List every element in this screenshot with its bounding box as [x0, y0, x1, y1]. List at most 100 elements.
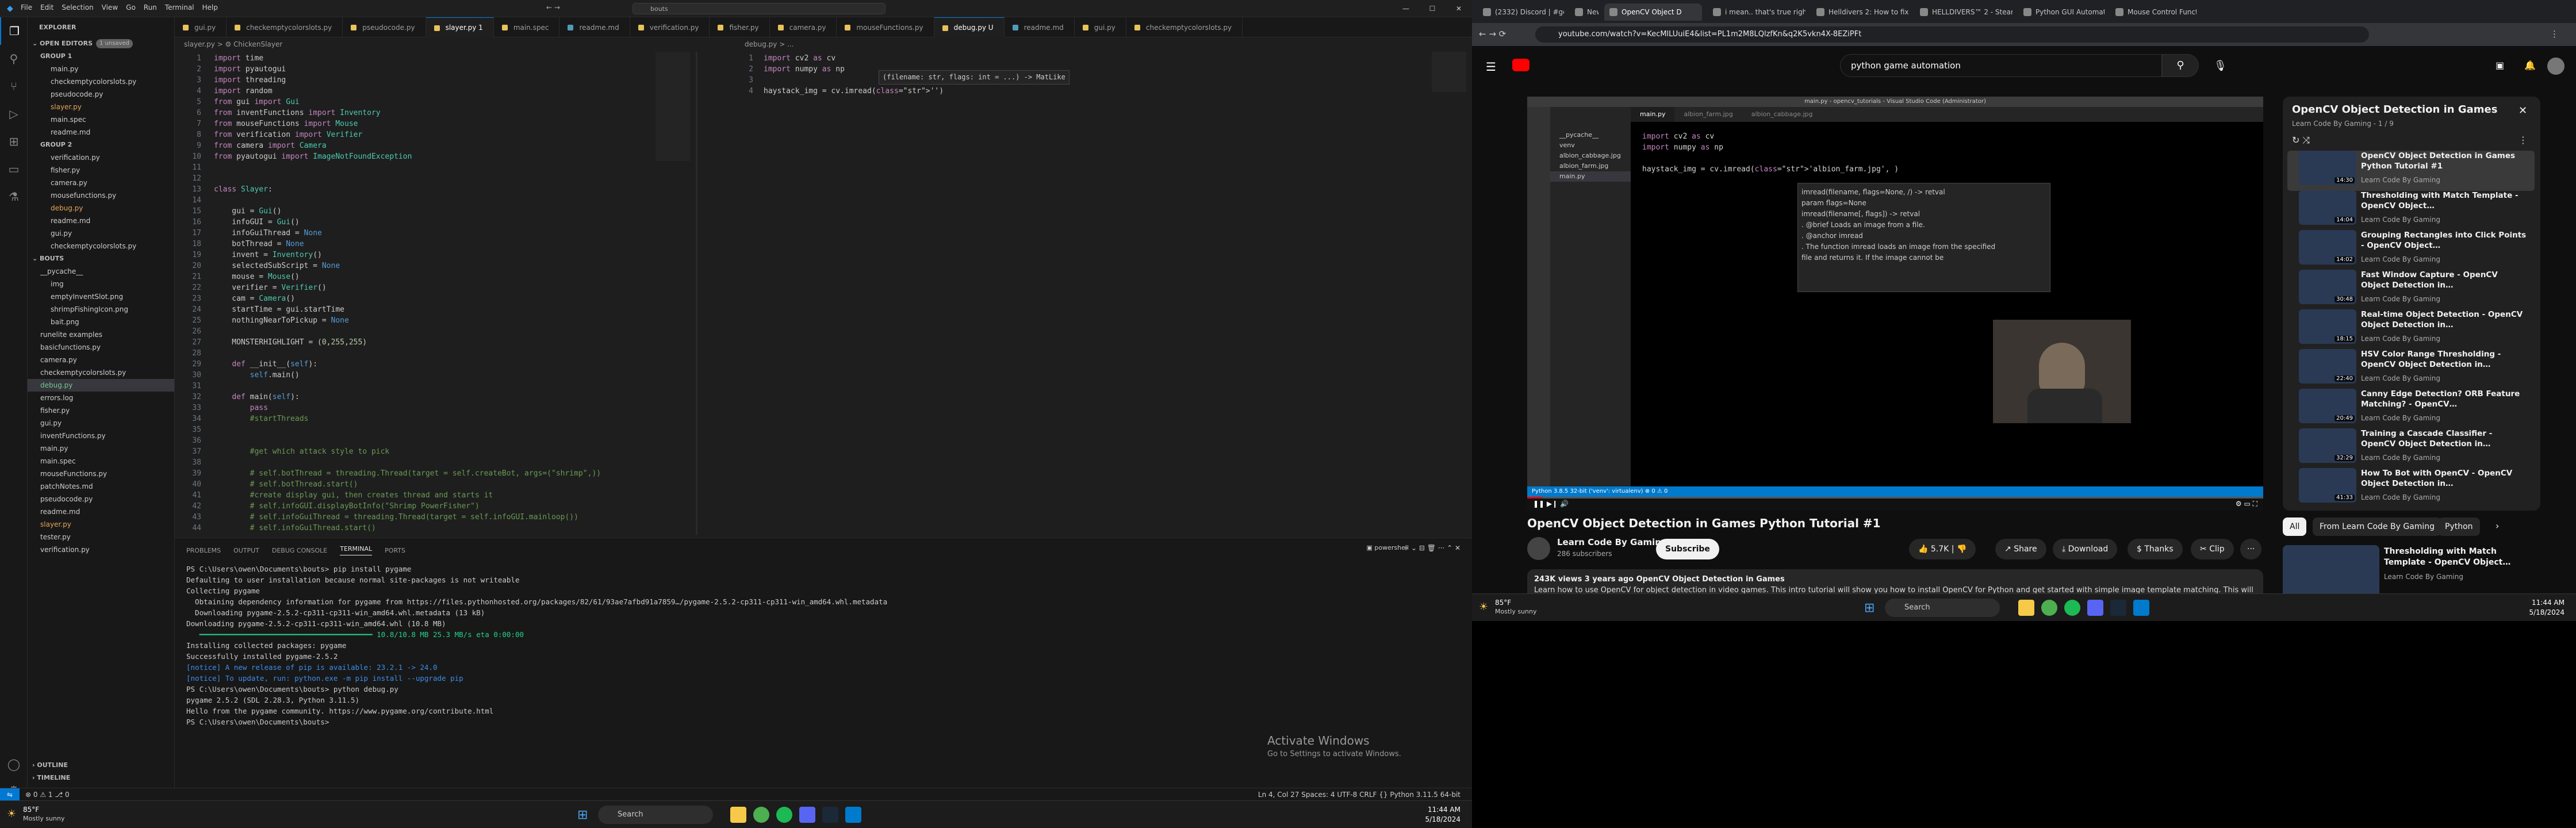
open-editor-item[interactable]: verification.py: [28, 151, 174, 164]
explorer-icon[interactable]: ❐: [0, 17, 28, 45]
nav-buttons-icon[interactable]: ← → ⟳: [1479, 29, 1506, 39]
tree-item[interactable]: img: [28, 278, 174, 290]
windows-start-icon[interactable]: ⊞: [577, 808, 588, 822]
menu-view[interactable]: View: [102, 3, 118, 12]
channel-avatar[interactable]: [1527, 537, 1550, 560]
loop-shuffle-icon[interactable]: ↻ ⤨: [2292, 135, 2310, 146]
editor-tab[interactable]: readme.md: [559, 17, 630, 37]
tree-item[interactable]: errors.log: [28, 392, 174, 404]
share-button[interactable]: ↗ Share: [1995, 539, 2046, 559]
tree-item[interactable]: bait.png: [28, 316, 174, 328]
left-minimap[interactable]: [656, 52, 690, 161]
tree-item[interactable]: fisher.py: [28, 404, 174, 417]
browser-tab[interactable]: New Tab: [1570, 3, 1598, 21]
playlist-item[interactable]: 30:48 Fast Window Capture - OpenCV Object…: [2287, 270, 2535, 310]
menu-run[interactable]: Run: [144, 3, 157, 12]
open-editor-item[interactable]: slayer.py: [28, 101, 174, 113]
windows-start-icon[interactable]: ⊞: [1864, 601, 1874, 615]
tree-item[interactable]: inventFunctions.py: [28, 430, 174, 442]
close-playlist-icon[interactable]: ✕: [2518, 105, 2527, 117]
tree-item[interactable]: main.spec: [28, 455, 174, 467]
playlist-item[interactable]: 20:49 Canny Edge Detection? ORB Feature M…: [2287, 389, 2535, 429]
editor-tab[interactable]: gui.py: [1075, 17, 1126, 37]
editor-tab[interactable]: readme.md: [1005, 17, 1075, 37]
weather-desc[interactable]: Mostly sunny: [1495, 608, 1536, 615]
menu-edit[interactable]: Edit: [40, 3, 53, 12]
tree-item[interactable]: runelite examples: [28, 328, 174, 341]
playlist-item[interactable]: 14:30 OpenCV Object Detection in Games Py…: [2287, 151, 2535, 191]
panel-tab-ports[interactable]: PORTS: [385, 547, 405, 554]
create-icon[interactable]: ▣: [2496, 60, 2504, 71]
more-actions-button[interactable]: ···: [2240, 539, 2262, 559]
account-icon[interactable]: ◯: [0, 750, 28, 778]
weather-temp[interactable]: 85°F: [1495, 599, 1511, 607]
open-editor-item[interactable]: main.spec: [28, 113, 174, 126]
steam-icon[interactable]: [2110, 600, 2126, 616]
editor-tab[interactable]: verification.py: [630, 17, 710, 37]
browser-tab[interactable]: OpenCV Object D: [1604, 3, 1702, 21]
open-editors-header[interactable]: ⌄ OPEN EDITORS 1 unsaved: [28, 37, 174, 50]
steam-icon[interactable]: [822, 807, 838, 823]
maximize-button[interactable]: ☐: [1419, 0, 1446, 17]
browser-tab[interactable]: i mean.. that's true right: [1708, 3, 1805, 21]
clip-button[interactable]: ✂ Clip: [2191, 539, 2234, 559]
tree-item[interactable]: mouseFunctions.py: [28, 467, 174, 480]
panel-tab-debug-console[interactable]: DEBUG CONSOLE: [272, 547, 327, 554]
open-editor-item[interactable]: pseudocode.py: [28, 88, 174, 101]
tree-item[interactable]: pseudocode.py: [28, 493, 174, 505]
panel-tab-problems[interactable]: PROBLEMS: [186, 547, 221, 554]
discord-icon[interactable]: [2087, 600, 2103, 616]
channel-name[interactable]: Learn Code By Gaming: [1557, 537, 1667, 547]
tree-item[interactable]: gui.py: [28, 417, 174, 430]
clock-date[interactable]: 5/18/2024: [2501, 608, 2564, 616]
tree-item[interactable]: readme.md: [28, 505, 174, 518]
editor-tab[interactable]: checkemptycolorslots.py: [227, 17, 343, 37]
editor-tab[interactable]: checkemptycolorslots.py: [1126, 17, 1243, 37]
spotify-icon[interactable]: [2064, 600, 2080, 616]
menu-help[interactable]: Help: [202, 3, 218, 12]
open-editor-item[interactable]: checkemptycolorslots.py: [28, 75, 174, 88]
discord-icon[interactable]: [799, 807, 815, 823]
tree-item[interactable]: checkemptycolorslots.py: [28, 366, 174, 379]
subscribe-button[interactable]: Subscribe: [1656, 539, 1719, 559]
remote-indicator-icon[interactable]: ⇋: [0, 788, 20, 801]
chip-all[interactable]: All: [2283, 518, 2307, 536]
playlist-item[interactable]: 14:04 Thresholding with Match Template - …: [2287, 190, 2535, 231]
browser-tab[interactable]: (2332) Discord | #general: [1478, 3, 1564, 21]
file-explorer-icon[interactable]: [730, 807, 746, 823]
thanks-button[interactable]: $ Thanks: [2128, 539, 2183, 559]
open-editor-item[interactable]: camera.py: [28, 177, 174, 189]
weather-temp[interactable]: 85°F: [23, 806, 39, 814]
tree-item[interactable]: slayer.py: [28, 518, 174, 531]
left-code-editor[interactable]: import time import pyautogui import thread…: [214, 53, 601, 534]
editor-tab[interactable]: main.spec: [494, 17, 560, 37]
clock-time[interactable]: 11:44 AM: [2501, 599, 2564, 607]
notifications-icon[interactable]: 🔔: [2524, 60, 2536, 71]
tree-item[interactable]: basicfunctions.py: [28, 341, 174, 354]
menu-selection[interactable]: Selection: [62, 3, 93, 12]
address-bar[interactable]: youtube.com/watch?v=KecMlLUuiE4&list=PL1…: [1535, 26, 2369, 43]
open-editor-item[interactable]: debug.py: [28, 202, 174, 214]
timeline-header[interactable]: › TIMELINE: [32, 772, 70, 784]
avatar[interactable]: [2547, 57, 2564, 75]
close-button[interactable]: ✕: [1446, 0, 1472, 17]
search-button[interactable]: ⚲: [2162, 54, 2199, 77]
file-explorer-icon[interactable]: [2018, 600, 2034, 616]
youtube-logo-icon[interactable]: [1512, 59, 1529, 71]
command-center-search[interactable]: bouts: [632, 3, 885, 14]
chrome-icon[interactable]: [753, 807, 769, 823]
tree-item[interactable]: __pycache__: [28, 265, 174, 278]
vscode-taskbar-icon[interactable]: [845, 807, 861, 823]
right-minimap[interactable]: [1432, 52, 1466, 92]
editor-tab[interactable]: debug.py U: [934, 17, 1005, 37]
open-editor-item[interactable]: readme.md: [28, 126, 174, 139]
browser-menu-icon[interactable]: ⋮: [2550, 29, 2559, 39]
taskbar-search[interactable]: Search: [598, 806, 713, 824]
browser-tab[interactable]: Helldivers 2: How to fix c: [1811, 3, 1909, 21]
playlist-item[interactable]: 22:40 HSV Color Range Thresholding - Open…: [2287, 349, 2535, 389]
minimize-button[interactable]: —: [1393, 0, 1419, 17]
vscode-taskbar-icon[interactable]: [2133, 600, 2149, 616]
video-controls[interactable]: ❚❚ ▶❙ 🔊 ⚙ ▭ ⛶: [1527, 497, 2263, 511]
video-player[interactable]: main.py - opencv_tutorials - Visual Stud…: [1527, 97, 2263, 511]
tree-item[interactable]: tester.py: [28, 531, 174, 543]
